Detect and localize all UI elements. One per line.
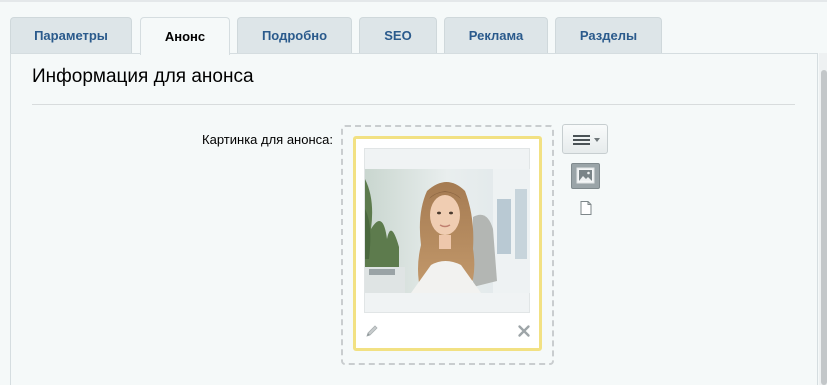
file-icon[interactable] — [578, 200, 594, 216]
section-divider — [32, 104, 795, 105]
tab-details[interactable]: Подробно — [237, 17, 352, 53]
tab-parameters[interactable]: Параметры — [10, 17, 132, 53]
tab-announcement[interactable]: Анонс — [140, 17, 230, 55]
hamburger-menu-icon — [573, 135, 590, 145]
tab-seo[interactable]: SEO — [359, 17, 437, 53]
close-icon[interactable] — [516, 323, 532, 339]
preview-photo[interactable] — [365, 169, 530, 293]
tab-advertising[interactable]: Реклама — [444, 17, 548, 53]
section-title: Информация для анонса — [32, 66, 254, 87]
tab-sections[interactable]: Разделы — [555, 17, 662, 53]
chevron-down-icon — [594, 138, 600, 142]
image-view-button[interactable] — [571, 163, 600, 189]
preview-image-label: Картинка для анонса: — [202, 132, 333, 147]
pencil-icon[interactable] — [364, 323, 380, 339]
view-mode-menu-button[interactable] — [562, 124, 608, 154]
image-icon — [576, 167, 595, 184]
tab-bar: Параметры Анонс Подробно SEO Реклама Раз… — [0, 0, 827, 55]
scrollbar-thumb[interactable] — [821, 70, 827, 385]
